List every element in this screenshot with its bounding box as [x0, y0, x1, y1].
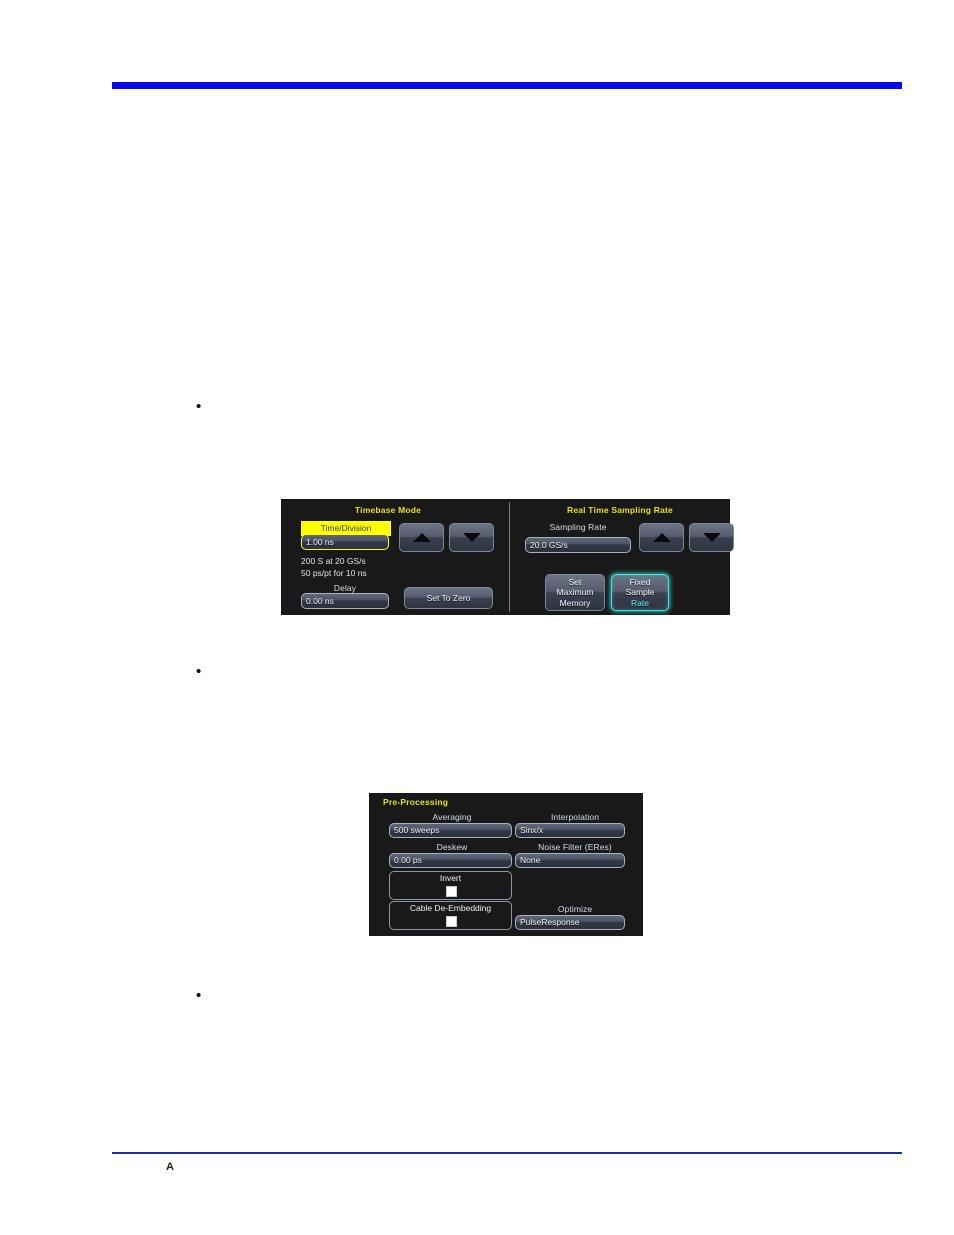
fixed-sample-rate-line1: Fixed — [629, 576, 651, 587]
bullet-marker: • — [196, 987, 202, 1004]
preprocessing-title: Pre-Processing — [383, 797, 449, 807]
cable-de-embedding-group: Cable De-Embedding — [389, 901, 512, 930]
triangle-up-icon — [412, 533, 431, 542]
invert-group: Invert — [389, 871, 512, 900]
deskew-label: Deskew — [436, 842, 468, 852]
averaging-label: Averaging — [432, 812, 472, 822]
time-division-field[interactable]: 1.00 ns — [301, 534, 389, 550]
set-to-zero-button[interactable]: Set To Zero — [404, 587, 493, 609]
cable-de-embedding-checkbox[interactable] — [446, 916, 457, 927]
sampling-rate-label: Sampling Rate — [549, 522, 607, 532]
interpolation-label: Interpolation — [550, 812, 600, 822]
time-division-label: Time/Division — [320, 523, 372, 533]
timebase-dialog: Timebase Mode Time/Division 1.00 ns 200 … — [281, 499, 734, 615]
fixed-sample-rate-button[interactable]: Fixed Sample Rate — [611, 574, 669, 611]
timebase-decrease-button[interactable] — [449, 523, 494, 552]
triangle-down-icon — [462, 533, 481, 542]
optimize-label: Optimize — [557, 904, 593, 914]
sampling-rate-increase-button[interactable] — [639, 523, 684, 552]
panel-divider — [509, 502, 510, 612]
header-rule — [112, 82, 902, 89]
timebase-increase-button[interactable] — [399, 523, 444, 552]
sampling-rate-field[interactable]: 20.0 GS/s — [525, 537, 631, 553]
bullet-marker: • — [196, 663, 202, 680]
invert-label: Invert — [439, 873, 462, 883]
delay-label: Delay — [333, 583, 357, 593]
document-page: • Timebase Mode Time/Division 1.00 ns 20… — [0, 0, 954, 1235]
optimize-field[interactable]: PulseResponse — [515, 915, 625, 930]
bullet-marker: • — [196, 398, 202, 415]
noise-filter-field[interactable]: None — [515, 853, 625, 868]
fixed-sample-rate-line3: Rate — [631, 597, 649, 608]
list-item: • — [196, 664, 796, 680]
timebase-mode-title: Timebase Mode — [354, 505, 422, 515]
list-item: • — [196, 399, 796, 415]
timebase-info-text: 200 S at 20 GS/s 50 ps/pt for 10 ns — [301, 556, 367, 578]
noise-filter-label: Noise Filter (ERes) — [538, 842, 612, 852]
cable-de-embedding-label: Cable De-Embedding — [409, 903, 492, 913]
delay-field[interactable]: 0.00 ns — [301, 593, 389, 609]
triangle-down-icon — [702, 533, 721, 542]
fixed-sample-rate-line2: Sample — [625, 587, 655, 598]
invert-checkbox[interactable] — [446, 886, 457, 897]
list-item: • — [196, 988, 796, 1004]
page-folio: A — [166, 1161, 175, 1173]
sampling-rate-decrease-button[interactable] — [689, 523, 734, 552]
deskew-field[interactable]: 0.00 ps — [389, 853, 512, 868]
triangle-up-icon — [652, 533, 671, 542]
preprocessing-dialog: Pre-Processing Averaging 500 sweeps Desk… — [369, 793, 643, 936]
footer-rule — [112, 1152, 902, 1154]
interpolation-field[interactable]: Sinx/x — [515, 823, 625, 838]
averaging-field[interactable]: 500 sweeps — [389, 823, 512, 838]
sampling-rate-title: Real Time Sampling Rate — [566, 505, 673, 515]
set-maximum-memory-button[interactable]: Set Maximum Memory — [545, 574, 605, 611]
